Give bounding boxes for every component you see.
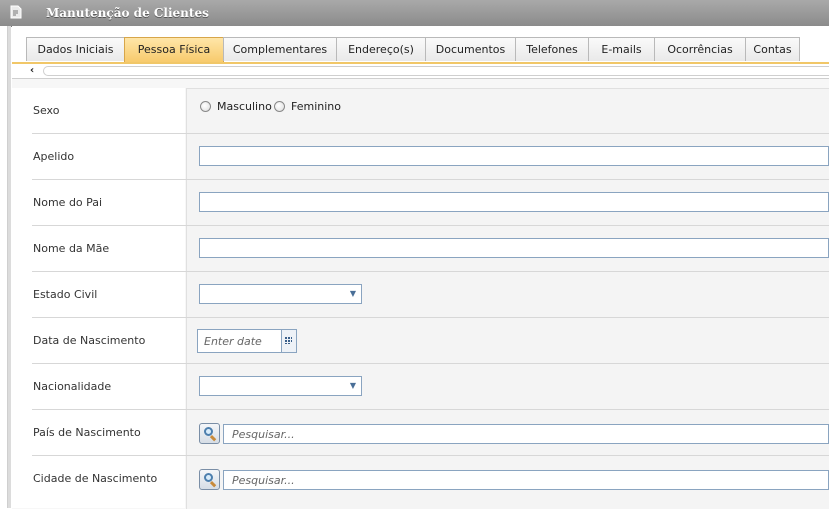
tab-underline — [12, 62, 829, 64]
outer-frame — [0, 26, 8, 508]
cidade-search-button[interactable] — [199, 469, 220, 490]
calendar-icon[interactable] — [281, 330, 296, 352]
tab-complementares[interactable]: Complementares — [223, 37, 337, 61]
cidade-search-input[interactable]: Pesquisar... — [223, 470, 829, 490]
chevron-down-icon: ▼ — [349, 289, 356, 298]
radio-feminino-label: Feminino — [291, 100, 341, 113]
tab-scroller: ‹ — [30, 65, 829, 77]
radio-masculino[interactable] — [200, 101, 211, 112]
sexo-label: Sexo — [33, 104, 60, 117]
row-nacionalidade: Nacionalidade — [12, 364, 829, 410]
data-nascimento-label: Data de Nascimento — [33, 334, 146, 347]
pais-search-placeholder: Pesquisar... — [232, 428, 295, 441]
row-sexo: Sexo — [12, 88, 829, 134]
estado-civil-select[interactable]: ▼ — [199, 284, 362, 304]
nacionalidade-label: Nacionalidade — [33, 380, 112, 393]
row-estado-civil: Estado Civil — [12, 272, 829, 318]
cidade-search-placeholder: Pesquisar... — [232, 474, 295, 487]
document-icon — [10, 5, 22, 19]
row-data-nascimento: Data de Nascimento — [12, 318, 829, 364]
apelido-label: Apelido — [33, 150, 75, 163]
nacionalidade-select[interactable]: ▼ — [199, 376, 362, 396]
outer-frame-edge — [8, 26, 11, 508]
radio-masculino-label: Masculino — [217, 100, 272, 113]
tab-dados-iniciais[interactable]: Dados Iniciais — [26, 37, 125, 61]
apelido-input[interactable] — [199, 146, 829, 166]
pais-search-input[interactable]: Pesquisar... — [223, 424, 829, 444]
pais-nascimento-label: País de Nascimento — [33, 426, 141, 439]
nome-mae-label: Nome da Mãe — [33, 242, 110, 255]
scroll-left-icon[interactable]: ‹ — [30, 65, 40, 76]
pais-search-button[interactable] — [199, 423, 220, 444]
window-title: Manutenção de Clientes — [46, 6, 209, 20]
cidade-nascimento-label: Cidade de Nascimento — [33, 472, 158, 485]
client-maintenance-window: Manutenção de Clientes Dados Iniciais Pe… — [0, 0, 829, 509]
radio-feminino[interactable] — [274, 101, 285, 112]
nome-pai-input[interactable] — [199, 192, 829, 212]
tab-enderecos[interactable]: Endereço(s) — [336, 37, 426, 61]
tab-scroll-track[interactable] — [43, 66, 829, 76]
data-nascimento-input[interactable]: Enter date — [197, 329, 297, 353]
tab-pessoa-fisica[interactable]: Pessoa Física — [124, 37, 224, 63]
tab-emails[interactable]: E-mails — [588, 37, 655, 61]
date-placeholder: Enter date — [204, 335, 262, 348]
tab-contas[interactable]: Contas — [745, 37, 800, 61]
tab-telefones[interactable]: Telefones — [515, 37, 589, 61]
chevron-down-icon: ▼ — [349, 381, 356, 390]
tab-documentos[interactable]: Documentos — [425, 37, 516, 61]
tab-ocorrencias[interactable]: Ocorrências — [654, 37, 746, 61]
nome-mae-input[interactable] — [199, 238, 829, 258]
estado-civil-label: Estado Civil — [33, 288, 98, 301]
window-titlebar: Manutenção de Clientes — [0, 0, 829, 27]
nome-pai-label: Nome do Pai — [33, 196, 103, 209]
